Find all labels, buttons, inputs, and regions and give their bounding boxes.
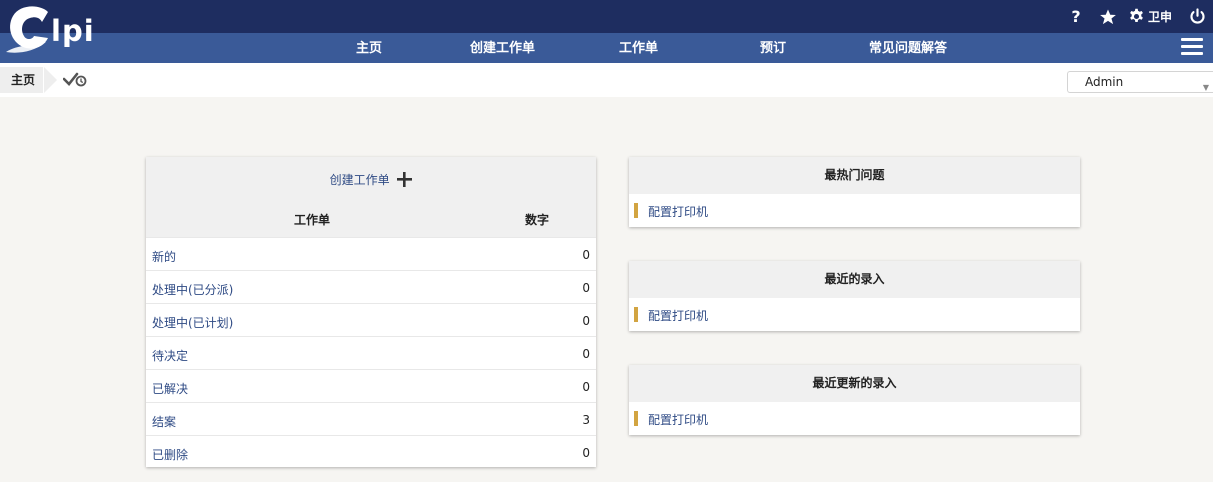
item-marker [634,411,638,426]
column-header-count: 数字 [524,213,549,227]
nav-item-faq[interactable]: 常见问题解答 [869,33,947,63]
create-ticket-link[interactable]: 创建工作单 [146,171,596,188]
main-navbar: 主页 创建工作单 工作单 预订 常见问题解答 [0,33,1213,63]
help-icon[interactable]: ? [1066,5,1086,29]
star-icon[interactable] [1098,5,1118,29]
breadcrumb-arrow [44,67,57,93]
ticket-status-link[interactable]: 已删除 [152,446,188,463]
column-header-ticket: 工作单 [293,213,330,227]
table-row[interactable]: 处理中(已计划) 0 [146,303,596,336]
popular-faq-panel: 最热门问题 配置打印机 [629,157,1080,227]
table-row[interactable]: 结案 3 [146,402,596,435]
nav-item-reservations[interactable]: 预订 [760,33,786,63]
faq-item-link[interactable]: 配置打印机 [648,411,708,428]
create-ticket-label: 创建工作单 [329,173,390,187]
table-row[interactable]: 处理中(已分派) 0 [146,270,596,303]
faq-item-link[interactable]: 配置打印机 [648,307,708,324]
logo-text: lpi [51,14,95,48]
tickets-panel: 创建工作单 工作单 数字 新的 0 处理中(已分派) 0 处理中(已计划) 0 … [146,157,596,467]
glpi-logo[interactable]: lpi [4,2,99,60]
plus-icon [397,172,413,187]
ticket-status-link[interactable]: 新的 [152,248,176,265]
recent-faq-panel: 最近的录入 配置打印机 [629,261,1080,331]
ticket-count: 0 [582,380,590,394]
ticket-status-link[interactable]: 处理中(已计划) [152,314,233,331]
ticket-count: 0 [582,446,590,460]
menu-icon[interactable] [1181,38,1203,58]
user-name: 卫申 [1147,10,1172,24]
recent-faq-title: 最近的录入 [629,261,1080,298]
nav-item-create-ticket[interactable]: 创建工作单 [470,33,535,63]
preferences-button[interactable]: 卫申 [1128,8,1172,25]
table-row[interactable]: 待决定 0 [146,336,596,369]
nav-menu: 主页 创建工作单 工作单 预订 常见问题解答 [0,33,1213,63]
updated-faq-title: 最近更新的录入 [629,365,1080,402]
check-icon[interactable] [62,71,89,89]
popular-faq-title: 最热门问题 [629,157,1080,194]
ticket-status-link[interactable]: 已解决 [152,380,188,397]
gear-icon [1130,8,1143,23]
logo-g-icon [6,6,48,53]
ticket-count: 0 [582,248,590,262]
breadcrumb-home[interactable]: 主页 [0,67,44,93]
chevron-down-icon: ▼ [1202,83,1209,92]
ticket-count: 0 [582,314,590,328]
item-marker [634,307,638,322]
list-item[interactable]: 配置打印机 [629,298,1080,331]
ticket-count: 3 [582,413,590,427]
list-item[interactable]: 配置打印机 [629,402,1080,435]
ticket-status-link[interactable]: 结案 [152,413,176,430]
ticket-status-link[interactable]: 处理中(已分派) [152,281,233,298]
ticket-count: 0 [582,347,590,361]
ticket-status-link[interactable]: 待决定 [152,347,188,364]
profile-select[interactable]: Admin ▼ [1067,71,1213,93]
table-row[interactable]: 已解决 0 [146,369,596,402]
table-row[interactable]: 新的 0 [146,237,596,270]
power-icon[interactable] [1187,5,1207,29]
updated-faq-panel: 最近更新的录入 配置打印机 [629,365,1080,435]
item-marker [634,203,638,218]
profile-select-value: Admin [1085,75,1124,89]
top-header [0,0,1213,33]
header-actions: ? 卫申 [1066,0,1213,33]
ticket-count: 0 [582,281,590,295]
nav-item-tickets[interactable]: 工作单 [619,33,658,63]
tickets-panel-header: 创建工作单 工作单 数字 [146,157,596,237]
nav-item-home[interactable]: 主页 [356,33,382,63]
list-item[interactable]: 配置打印机 [629,194,1080,227]
faq-item-link[interactable]: 配置打印机 [648,203,708,220]
table-row[interactable]: 已删除 0 [146,435,596,468]
breadcrumb-bar: 主页 Admin ▼ [0,63,1213,97]
